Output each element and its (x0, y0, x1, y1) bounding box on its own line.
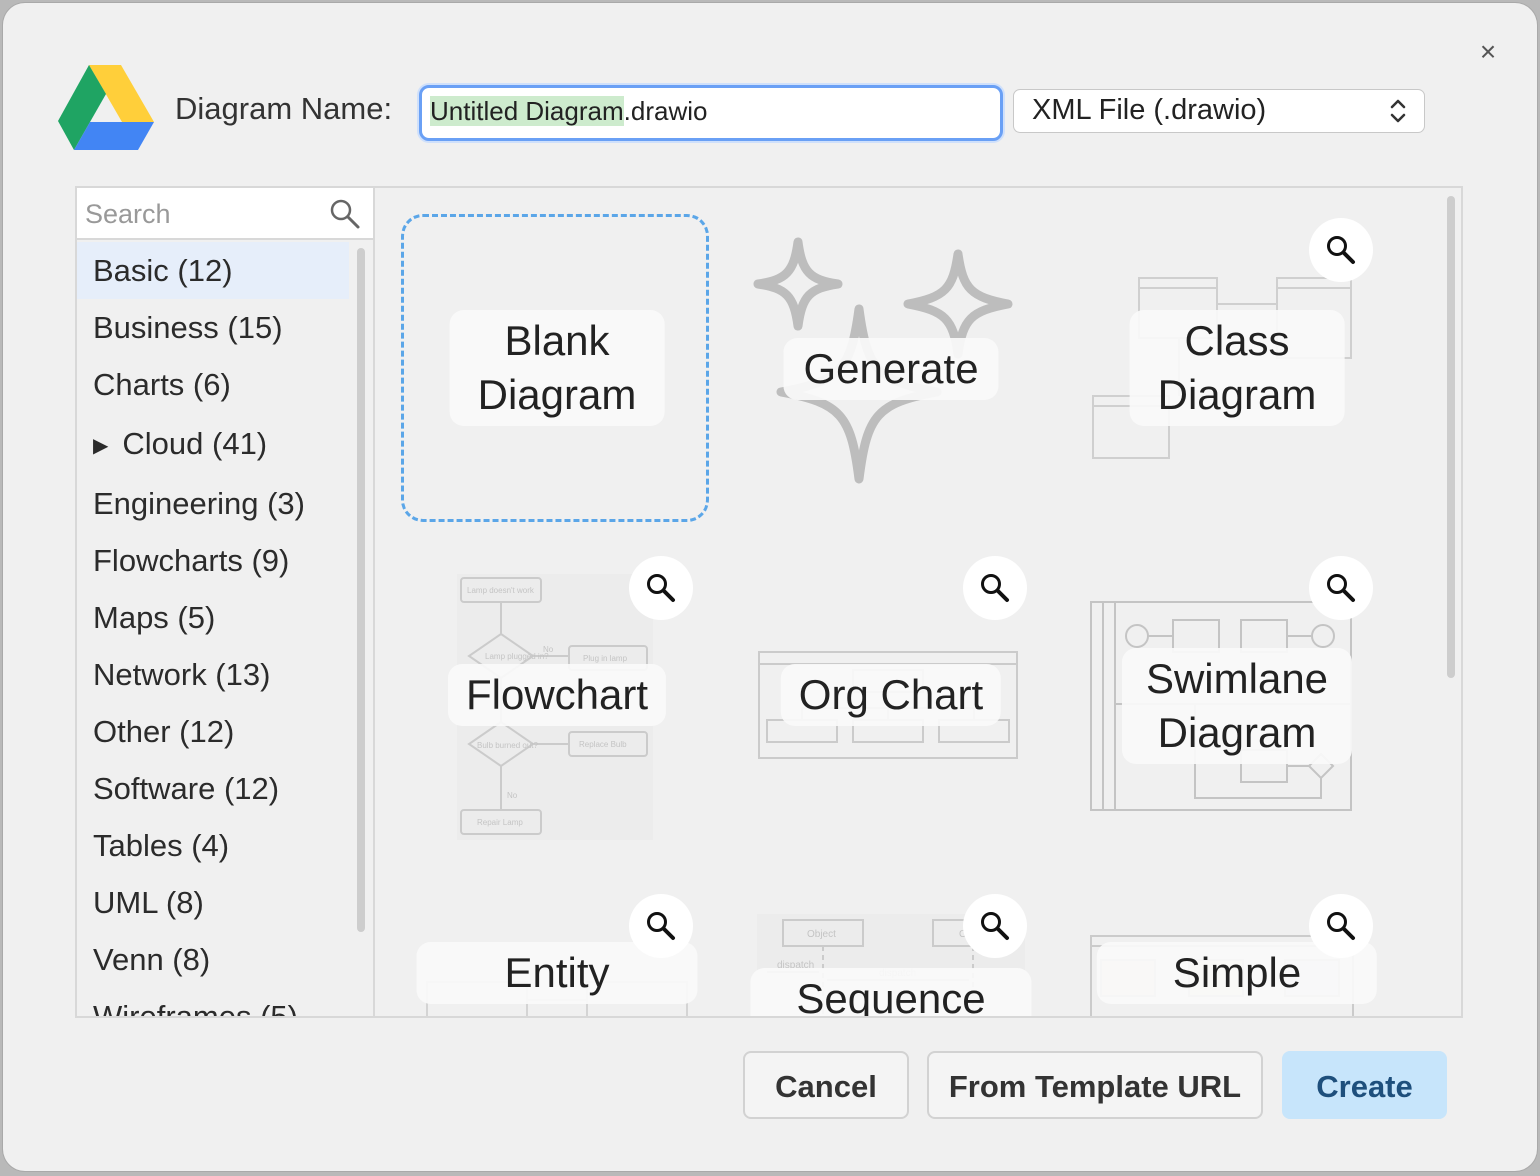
category-list: Basic (12) Business (15) Charts (6) ▶ Clo… (77, 242, 349, 1016)
thumb-text: Lamp plugged in? (485, 652, 549, 661)
category-tables[interactable]: Tables (4) (77, 817, 349, 874)
file-format-value: XML File (.drawio) (1032, 94, 1267, 126)
template-blank-diagram[interactable]: Blank Diagram (401, 214, 713, 524)
cancel-button[interactable]: Cancel (743, 1051, 909, 1119)
label-line: Diagram (1157, 709, 1317, 756)
template-grid: Blank Diagram Generate Class Diagram Lam… (375, 188, 1461, 1016)
template-label: Swimlane Diagram (1121, 648, 1353, 764)
magnifier-icon (1327, 574, 1355, 602)
preview-zoom-button[interactable] (963, 556, 1027, 620)
new-diagram-dialog: × Diagram Name: Untitled Diagram.drawio … (3, 3, 1537, 1171)
label-line: Diagram (477, 371, 637, 418)
category-wireframes[interactable]: Wireframes (5) (77, 988, 349, 1016)
preview-zoom-button[interactable] (1309, 218, 1373, 282)
thumb-text: No (543, 645, 554, 654)
template-label: Flowchart (447, 664, 667, 726)
preview-zoom-button[interactable] (963, 894, 1027, 958)
preview-zoom-button[interactable] (1309, 556, 1373, 620)
template-swimlane-diagram[interactable]: Swimlane Diagram (1081, 552, 1393, 862)
category-uml[interactable]: UML (8) (77, 874, 349, 931)
magnifier-icon (647, 574, 675, 602)
category-sidebar: Basic (12) Business (15) Charts (6) ▶ Clo… (77, 188, 375, 1016)
preview-zoom-button[interactable] (629, 894, 693, 958)
template-simple[interactable]: Simple (1081, 890, 1393, 1016)
file-format-select[interactable]: XML File (.drawio) (1013, 89, 1425, 133)
selected-name-text: Untitled Diagram (430, 96, 624, 126)
category-software[interactable]: Software (12) (77, 760, 349, 817)
category-flowcharts[interactable]: Flowcharts (9) (77, 532, 349, 589)
magnifier-icon (981, 912, 1009, 940)
label-line: Swimlane (1145, 655, 1329, 702)
thumb-text: Object (807, 929, 836, 940)
template-label: Org Chart (780, 664, 1002, 726)
updown-chevron-icon (1390, 99, 1406, 123)
template-entity[interactable]: Entity (401, 890, 713, 1016)
thumb-text: No (507, 791, 518, 800)
category-other[interactable]: Other (12) (77, 703, 349, 760)
template-label: Class Diagram (1129, 310, 1345, 426)
category-engineering[interactable]: Engineering (3) (77, 475, 349, 532)
expand-triangle-icon[interactable]: ▶ (93, 415, 108, 477)
category-maps[interactable]: Maps (5) (77, 589, 349, 646)
magnifier-icon (981, 574, 1009, 602)
diagram-name-input[interactable]: Untitled Diagram.drawio (419, 85, 1003, 141)
template-label: Generate (783, 338, 999, 400)
thumb-text: Lamp doesn't work (467, 586, 535, 595)
thumb-text: Replace Bulb (579, 740, 627, 749)
thumb-text: Bulb burned out? (477, 741, 538, 750)
search-input[interactable] (83, 194, 327, 234)
magnifier-icon (1327, 912, 1355, 940)
thumb-text: Repair Lamp (477, 818, 523, 827)
label-line: Diagram (1157, 371, 1317, 418)
template-label: Sequence (750, 968, 1032, 1016)
create-button[interactable]: Create (1282, 1051, 1447, 1119)
template-label: Blank Diagram (449, 310, 665, 426)
category-basic[interactable]: Basic (12) (77, 242, 349, 299)
thumb-text: Plug in lamp (583, 654, 628, 663)
label-line: Blank (504, 317, 610, 364)
magnifier-icon (1327, 236, 1355, 264)
label-line: Class (1184, 317, 1290, 364)
template-sequence[interactable]: Object Obj dispatch dispatch Sequence (735, 890, 1047, 1016)
search-icon[interactable] (329, 198, 361, 230)
template-class-diagram[interactable]: Class Diagram (1081, 214, 1393, 524)
close-icon[interactable]: × (1473, 37, 1503, 67)
sidebar-scrollbar[interactable] (357, 248, 365, 932)
category-business[interactable]: Business (15) (77, 299, 349, 356)
category-cloud[interactable]: ▶ Cloud (41) (77, 413, 349, 475)
template-grid-scrollbar[interactable] (1447, 196, 1455, 678)
search-box (77, 188, 373, 240)
template-org-chart[interactable]: Org Chart (735, 552, 1047, 862)
template-flowchart[interactable]: Lamp doesn't work Lamp plugged in? No Pl… (401, 552, 713, 862)
template-browser: Basic (12) Business (15) Charts (6) ▶ Clo… (75, 186, 1463, 1018)
preview-zoom-button[interactable] (1309, 894, 1373, 958)
category-venn[interactable]: Venn (8) (77, 931, 349, 988)
magnifier-icon (647, 912, 675, 940)
name-extension: .drawio (623, 96, 708, 126)
google-drive-icon (58, 65, 154, 150)
preview-zoom-button[interactable] (629, 556, 693, 620)
category-cloud-label: Cloud (41) (122, 426, 268, 461)
category-network[interactable]: Network (13) (77, 646, 349, 703)
template-generate[interactable]: Generate (735, 214, 1047, 524)
from-template-url-button[interactable]: From Template URL (927, 1051, 1263, 1119)
diagram-name-label: Diagram Name: (175, 91, 393, 126)
category-charts[interactable]: Charts (6) (77, 356, 349, 413)
